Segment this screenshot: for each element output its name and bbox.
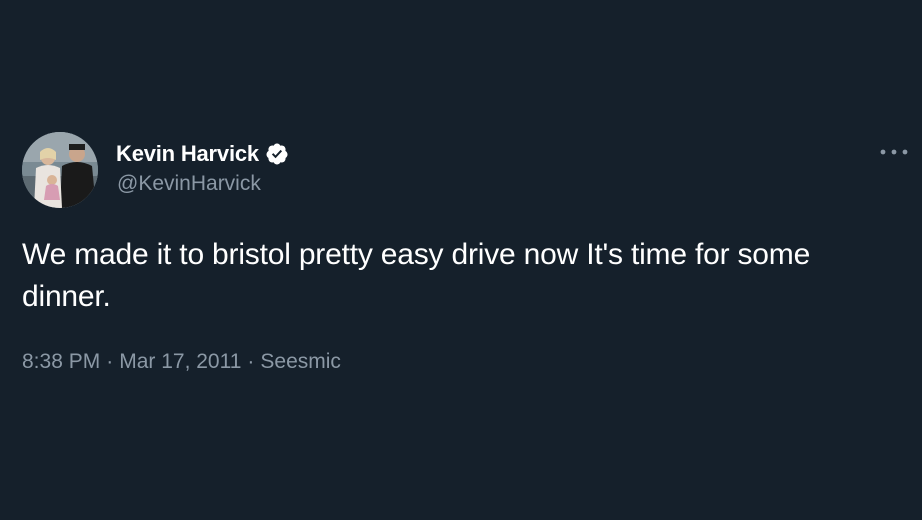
meta-separator: · [247,350,255,373]
tweet-time[interactable]: 8:38 PM [22,350,100,374]
tweet-date[interactable]: Mar 17, 2011 [119,350,241,374]
tweet-meta: 8:38 PM · Mar 17, 2011 · Seesmic [22,350,341,374]
avatar[interactable] [22,132,98,208]
meta-separator: · [106,350,114,373]
tweet-card: Kevin Harvick @KevinHarvick We made it t… [0,0,922,520]
author-name-row: Kevin Harvick [116,140,289,168]
verified-badge-icon [265,142,289,166]
more-options-button[interactable] [876,140,912,164]
tweet-source[interactable]: Seesmic [260,350,341,374]
tweet-text: We made it to bristol pretty easy drive … [22,238,811,313]
avatar-photo [22,132,98,208]
display-name[interactable]: Kevin Harvick [116,141,259,167]
more-horizontal-icon [880,149,908,155]
username-handle[interactable]: @KevinHarvick [117,172,261,196]
